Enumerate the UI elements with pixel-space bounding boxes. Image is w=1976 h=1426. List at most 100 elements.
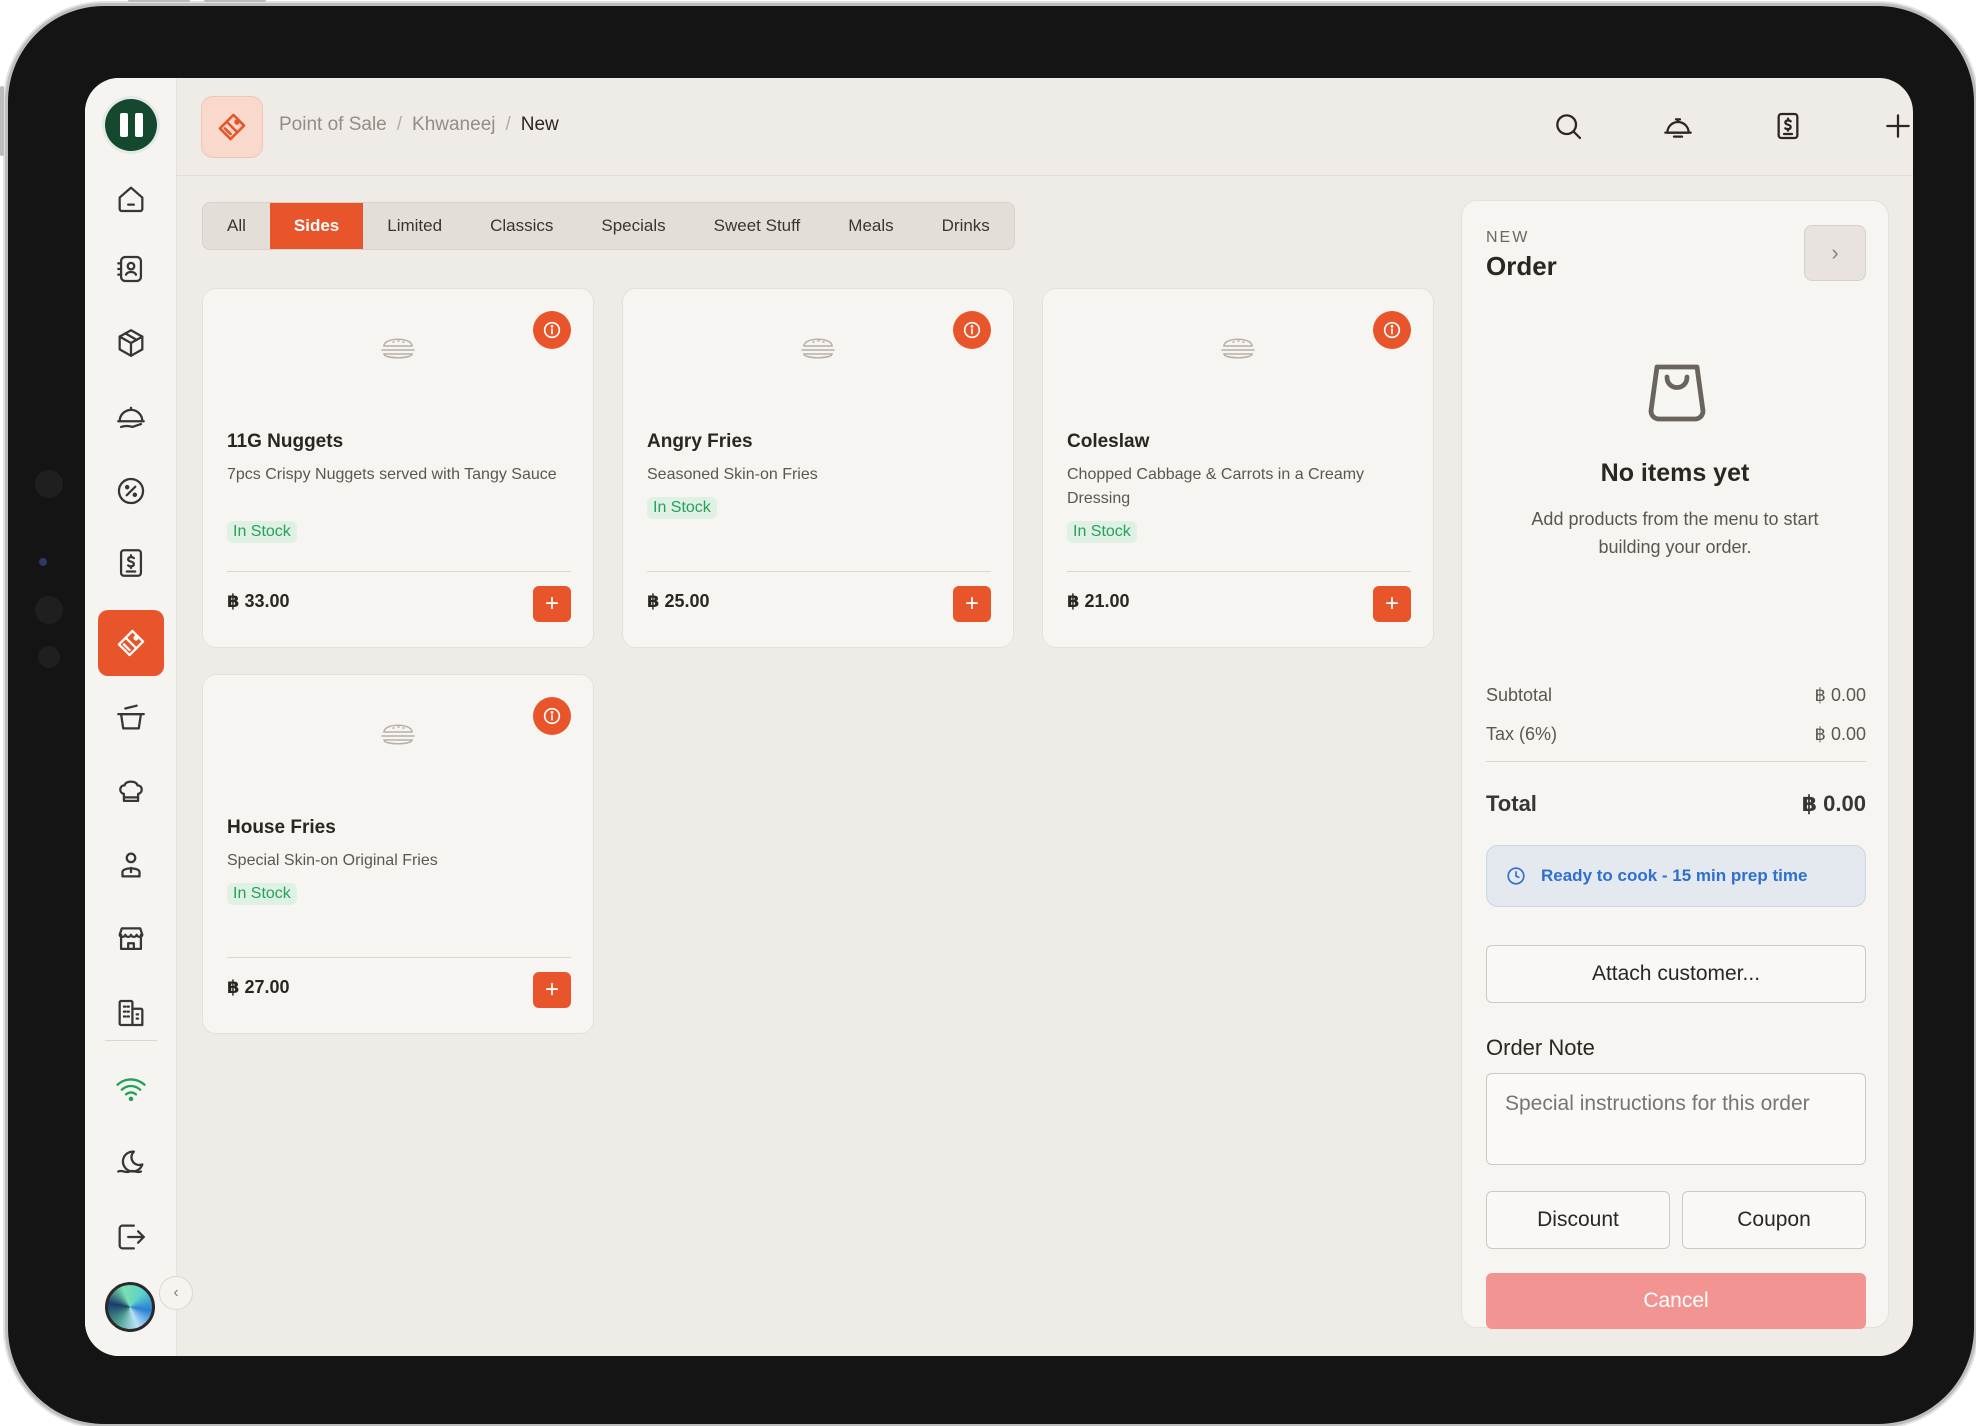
discount-button[interactable]: Discount bbox=[1486, 1191, 1670, 1249]
info-icon[interactable] bbox=[1373, 311, 1411, 349]
avatar[interactable] bbox=[105, 1282, 155, 1332]
product-price: ฿ 27.00 bbox=[227, 977, 290, 997]
staff-icon[interactable] bbox=[98, 832, 164, 898]
point-of-sale-icon bbox=[201, 96, 263, 158]
order-note-label: Order Note bbox=[1486, 1035, 1595, 1060]
receipt-icon[interactable] bbox=[1766, 104, 1810, 148]
prep-time-notice: Ready to cook - 15 min prep time bbox=[1486, 845, 1866, 907]
breadcrumb-separator: / bbox=[505, 114, 511, 135]
empty-state-subtitle: Add products from the menu to start buil… bbox=[1531, 509, 1819, 557]
top-bar: Point of Sale / Khwaneej / New bbox=[177, 78, 1913, 176]
volume-button bbox=[204, 0, 266, 2]
card-divider bbox=[227, 957, 571, 958]
card-divider bbox=[227, 571, 571, 572]
app-screen: ‹ Point of Sale / Khwaneej / New All Sid… bbox=[85, 78, 1913, 1356]
total-label: Total bbox=[1486, 791, 1537, 816]
total-row: Total ฿ 0.00 bbox=[1486, 791, 1866, 817]
stock-badge: In Stock bbox=[647, 497, 717, 519]
product-name: 11G Nuggets bbox=[227, 431, 344, 452]
camera-lens bbox=[39, 558, 47, 566]
plus-icon[interactable] bbox=[1876, 104, 1913, 148]
info-icon[interactable] bbox=[533, 311, 571, 349]
collapse-sidebar-button[interactable]: ‹ bbox=[159, 1276, 193, 1310]
sensor-dot bbox=[35, 596, 63, 624]
burger-icon bbox=[1219, 333, 1257, 363]
burger-icon bbox=[799, 333, 837, 363]
tab-specials[interactable]: Specials bbox=[577, 203, 689, 249]
serving-icon[interactable] bbox=[98, 384, 164, 450]
product-price: ฿ 33.00 bbox=[227, 591, 290, 611]
coupon-button[interactable]: Coupon bbox=[1682, 1191, 1866, 1249]
tab-limited[interactable]: Limited bbox=[363, 203, 466, 249]
subtotal-row: Subtotal ฿ 0.00 bbox=[1486, 685, 1866, 706]
sidebar bbox=[85, 78, 177, 1356]
order-note-input[interactable] bbox=[1486, 1073, 1866, 1165]
contacts-icon[interactable] bbox=[98, 236, 164, 302]
wifi-icon[interactable] bbox=[98, 1056, 164, 1122]
product-card[interactable]: 11G Nuggets 7pcs Crispy Nuggets served w… bbox=[202, 288, 594, 648]
card-divider bbox=[647, 571, 991, 572]
stock-badge: In Stock bbox=[227, 521, 297, 543]
tab-all[interactable]: All bbox=[203, 203, 270, 249]
add-to-order-button[interactable]: + bbox=[953, 586, 991, 622]
tab-drinks[interactable]: Drinks bbox=[918, 203, 1014, 249]
add-to-order-button[interactable]: + bbox=[533, 972, 571, 1008]
point-of-sale-icon[interactable] bbox=[98, 610, 164, 676]
sensor-dot bbox=[38, 646, 60, 668]
summary-divider bbox=[1486, 761, 1866, 762]
tab-sides[interactable]: Sides bbox=[269, 203, 364, 249]
product-description: Chopped Cabbage & Carrots in a Creamy Dr… bbox=[1067, 466, 1365, 507]
tablet-frame: ‹ Point of Sale / Khwaneej / New All Sid… bbox=[0, 0, 1974, 1424]
tax-row: Tax (6%) ฿ 0.00 bbox=[1486, 724, 1866, 745]
product-card[interactable]: Angry Fries Seasoned Skin-on Fries In St… bbox=[622, 288, 1014, 648]
product-card[interactable]: House Fries Special Skin-on Original Fri… bbox=[202, 674, 594, 1034]
prep-time-text: Ready to cook - 15 min prep time bbox=[1541, 866, 1808, 885]
product-description: 7pcs Crispy Nuggets served with Tangy Sa… bbox=[227, 466, 557, 483]
service-bell-icon[interactable] bbox=[1656, 104, 1700, 148]
tab-meals[interactable]: Meals bbox=[824, 203, 917, 249]
product-price: ฿ 21.00 bbox=[1067, 591, 1130, 611]
add-to-order-button[interactable]: + bbox=[533, 586, 571, 622]
brand-logo[interactable] bbox=[105, 99, 157, 151]
breadcrumb-current: New bbox=[520, 114, 559, 135]
breadcrumb-root[interactable]: Point of Sale bbox=[279, 114, 387, 136]
burger-icon bbox=[379, 333, 417, 363]
theme-icon[interactable] bbox=[98, 1130, 164, 1196]
order-title: Order bbox=[1486, 251, 1557, 281]
discount-icon[interactable] bbox=[98, 458, 164, 524]
add-to-order-button[interactable]: + bbox=[1373, 586, 1411, 622]
sensor-dot bbox=[35, 470, 63, 498]
expand-order-button[interactable]: › bbox=[1804, 225, 1866, 281]
buildings-icon[interactable] bbox=[98, 980, 164, 1046]
store-icon[interactable] bbox=[98, 906, 164, 972]
tab-classics[interactable]: Classics bbox=[466, 203, 577, 249]
clock-icon bbox=[1507, 867, 1525, 885]
search-icon[interactable] bbox=[1546, 104, 1590, 148]
product-description: Special Skin-on Original Fries bbox=[227, 852, 438, 869]
cooking-pot-icon[interactable] bbox=[98, 684, 164, 750]
info-icon[interactable] bbox=[953, 311, 991, 349]
tax-value: ฿ 0.00 bbox=[1814, 724, 1867, 744]
product-name: Angry Fries bbox=[647, 431, 753, 452]
info-icon[interactable] bbox=[533, 697, 571, 735]
breadcrumb-store[interactable]: Khwaneej bbox=[412, 114, 495, 136]
box-icon[interactable] bbox=[98, 310, 164, 376]
attach-customer-button[interactable]: Attach customer... bbox=[1486, 945, 1866, 1003]
order-panel: NEW Order › No items yet Add products fr… bbox=[1461, 200, 1889, 1329]
product-name: House Fries bbox=[227, 817, 336, 838]
shopping-bag-icon bbox=[1645, 359, 1709, 427]
product-price: ฿ 25.00 bbox=[647, 591, 710, 611]
subtotal-value: ฿ 0.00 bbox=[1814, 685, 1867, 705]
receipt-icon[interactable] bbox=[98, 530, 164, 596]
category-tabs: All Sides Limited Classics Specials Swee… bbox=[202, 202, 1015, 250]
product-card[interactable]: Coleslaw Chopped Cabbage & Carrots in a … bbox=[1042, 288, 1434, 648]
power-button bbox=[0, 86, 4, 156]
logout-icon[interactable] bbox=[98, 1204, 164, 1270]
sidebar-divider bbox=[105, 1040, 157, 1041]
cancel-button[interactable]: Cancel bbox=[1486, 1273, 1866, 1329]
product-name: Coleslaw bbox=[1067, 431, 1150, 452]
empty-state-title: No items yet bbox=[1600, 459, 1750, 487]
chef-hat-icon[interactable] bbox=[98, 758, 164, 824]
tab-sweet-stuff[interactable]: Sweet Stuff bbox=[690, 203, 825, 249]
home-icon[interactable] bbox=[98, 166, 164, 232]
